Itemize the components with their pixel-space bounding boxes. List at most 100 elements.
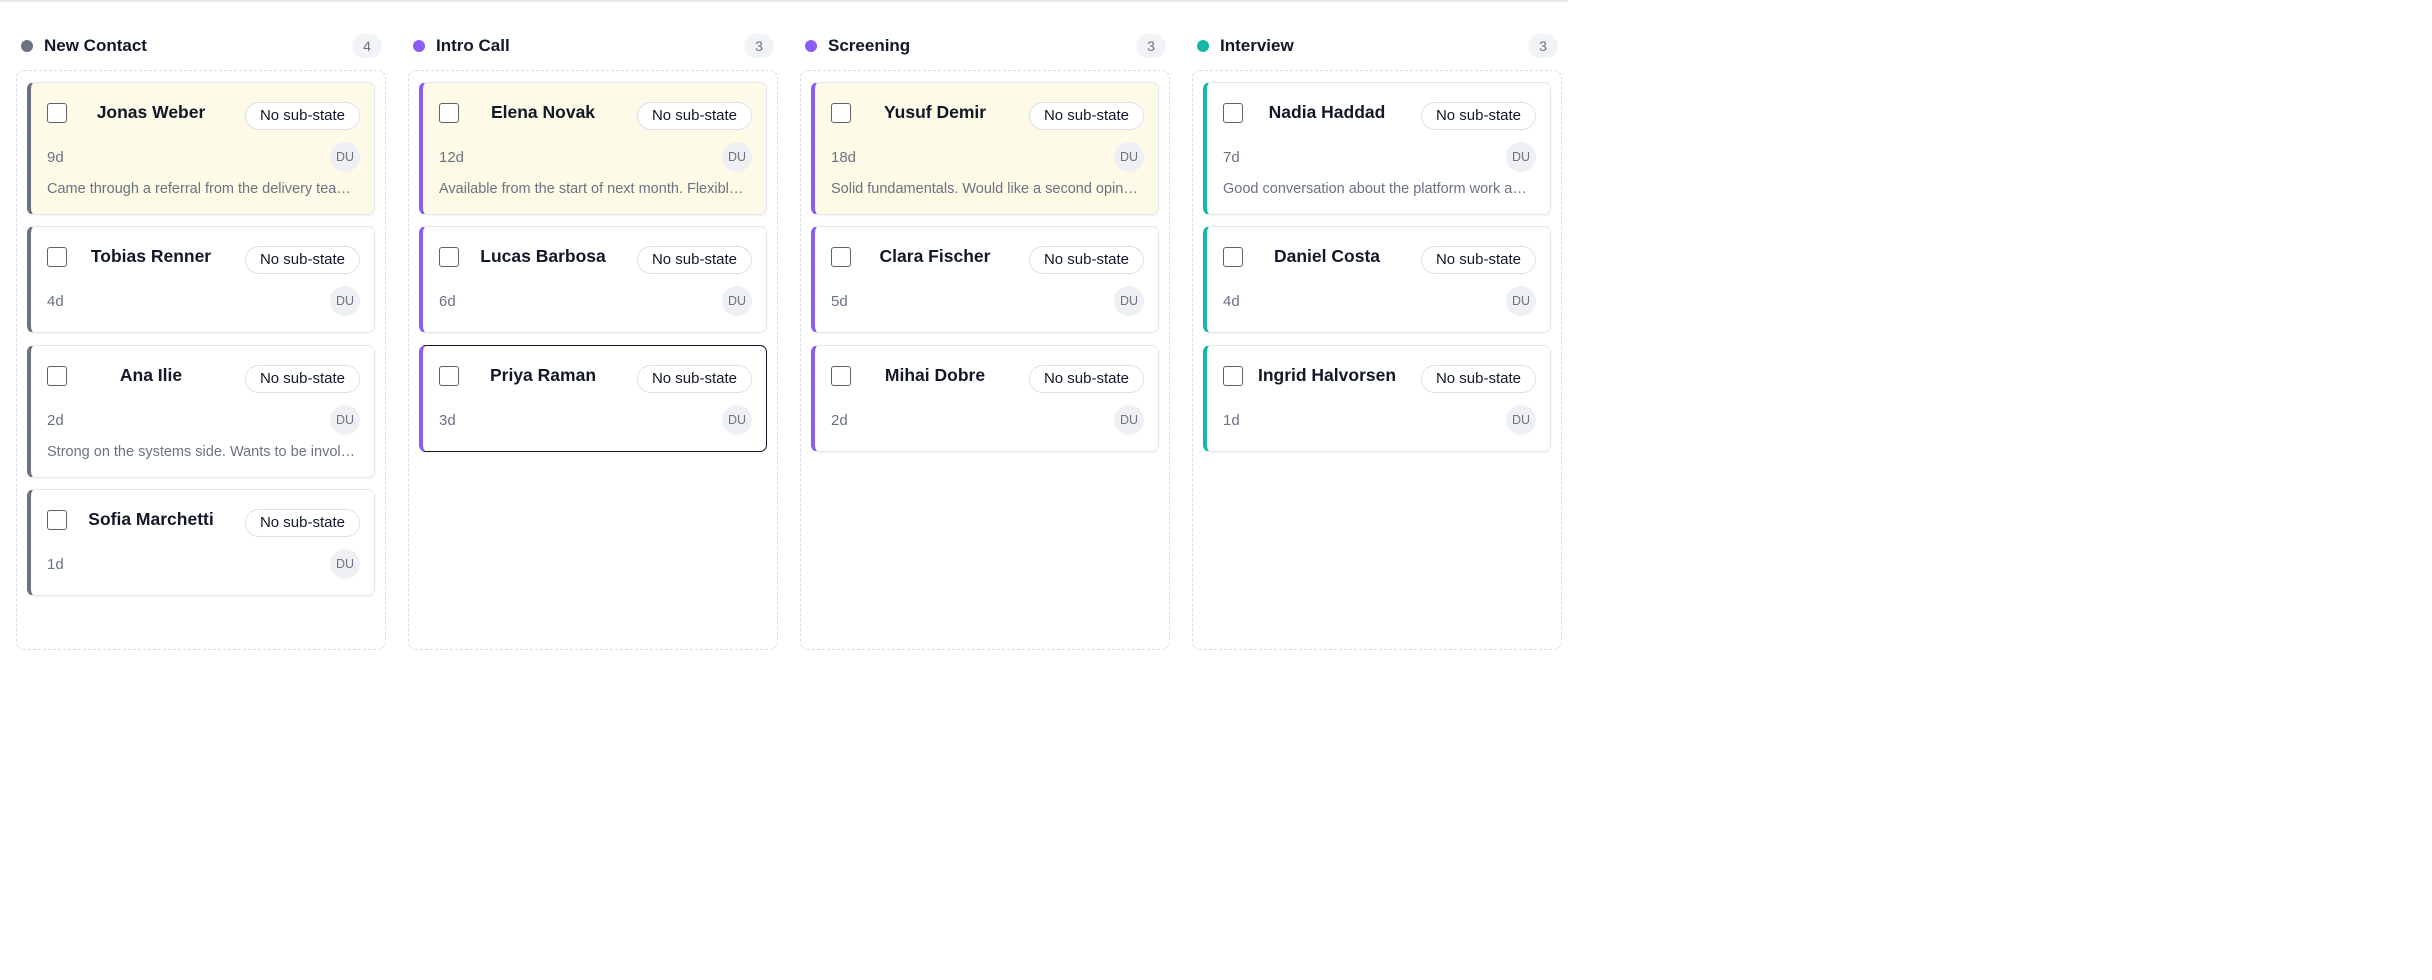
- avatar[interactable]: DU: [330, 142, 360, 172]
- candidate-card[interactable]: Nadia Haddad No sub-state 7d DU Good con…: [1203, 82, 1551, 215]
- card-note: Available from the start of next month. …: [439, 181, 749, 197]
- column-screening: Screening 3 Yusuf Demir No sub-state 18d…: [800, 30, 1170, 650]
- stage-dot-icon: [413, 40, 425, 52]
- avatar[interactable]: DU: [1114, 142, 1144, 172]
- substate-pill[interactable]: No sub-state: [636, 365, 752, 393]
- avatar[interactable]: DU: [722, 142, 752, 172]
- card-note: Good conversation about the platform wor…: [1223, 181, 1533, 197]
- stage-dot-icon: [21, 40, 33, 52]
- candidate-name: Clara Fischer: [879, 246, 991, 266]
- column-count-badge: 3: [1136, 34, 1166, 58]
- substate-pill[interactable]: No sub-state: [1028, 246, 1144, 274]
- substate-pill[interactable]: No sub-state: [244, 509, 360, 537]
- card-age: 18d: [831, 149, 857, 166]
- candidate-card[interactable]: Mihai Dobre No sub-state 2d DU: [811, 345, 1159, 452]
- card-age: 5d: [831, 293, 848, 310]
- card-age: 2d: [47, 412, 64, 429]
- candidate-name: Priya Raman: [489, 365, 597, 385]
- candidate-card[interactable]: Yusuf Demir No sub-state 18d DU Solid fu…: [811, 82, 1159, 215]
- top-divider: [0, 0, 1568, 2]
- column-intro-call: Intro Call 3 Elena Novak No sub-state 12…: [408, 30, 778, 650]
- card-note: Solid fundamentals. Would like a second …: [831, 181, 1141, 197]
- card-age: 4d: [47, 293, 64, 310]
- card-age: 4d: [1223, 293, 1240, 310]
- candidate-card-selected[interactable]: Priya Raman No sub-state 3d DU: [419, 345, 767, 452]
- card-checkbox[interactable]: [439, 366, 459, 386]
- card-checkbox[interactable]: [1223, 103, 1243, 123]
- column-title: Intro Call: [436, 36, 510, 55]
- candidate-card[interactable]: Clara Fischer No sub-state 5d DU: [811, 226, 1159, 333]
- kanban-board: New Contact 4 Jonas Weber No sub-state 9…: [16, 30, 1568, 650]
- column-title: New Contact: [44, 36, 147, 55]
- candidate-name: Lucas Barbosa: [480, 246, 606, 266]
- card-checkbox[interactable]: [1223, 247, 1243, 267]
- candidate-name: Jonas Weber: [96, 102, 206, 122]
- column-title: Interview: [1220, 36, 1294, 55]
- candidate-name: Nadia Haddad: [1268, 102, 1386, 122]
- substate-pill[interactable]: No sub-state: [1420, 102, 1536, 130]
- candidate-card[interactable]: Daniel Costa No sub-state 4d DU: [1203, 226, 1551, 333]
- card-note: Came through a referral from the deliver…: [47, 181, 357, 197]
- candidate-card[interactable]: Tobias Renner No sub-state 4d DU: [27, 226, 375, 333]
- candidate-card[interactable]: Ana Ilie No sub-state 2d DU Strong on th…: [27, 345, 375, 478]
- card-checkbox[interactable]: [831, 366, 851, 386]
- avatar[interactable]: DU: [722, 286, 752, 316]
- card-checkbox[interactable]: [47, 247, 67, 267]
- substate-pill[interactable]: No sub-state: [1028, 365, 1144, 393]
- substate-pill[interactable]: No sub-state: [244, 246, 360, 274]
- avatar[interactable]: DU: [1506, 142, 1536, 172]
- candidate-name: Tobias Renner: [90, 246, 212, 266]
- avatar[interactable]: DU: [1506, 405, 1536, 435]
- column-header: Intro Call 3: [408, 30, 778, 64]
- candidate-card[interactable]: Sofia Marchetti No sub-state 1d DU: [27, 489, 375, 596]
- card-age: 6d: [439, 293, 456, 310]
- card-checkbox[interactable]: [439, 103, 459, 123]
- card-age: 12d: [439, 149, 465, 166]
- substate-pill[interactable]: No sub-state: [636, 246, 752, 274]
- card-checkbox[interactable]: [1223, 366, 1243, 386]
- card-age: 9d: [47, 149, 64, 166]
- card-checkbox[interactable]: [439, 247, 459, 267]
- candidate-name: Ingrid Halvorsen: [1257, 365, 1397, 385]
- substate-pill[interactable]: No sub-state: [1028, 102, 1144, 130]
- card-age: 1d: [1223, 412, 1240, 429]
- substate-pill[interactable]: No sub-state: [244, 102, 360, 130]
- candidate-name: Sofia Marchetti: [88, 509, 214, 529]
- substate-pill[interactable]: No sub-state: [244, 365, 360, 393]
- card-note: Strong on the systems side. Wants to be …: [47, 444, 357, 460]
- column-header: Screening 3: [800, 30, 1170, 64]
- candidate-card[interactable]: Lucas Barbosa No sub-state 6d DU: [419, 226, 767, 333]
- card-checkbox[interactable]: [831, 247, 851, 267]
- avatar[interactable]: DU: [330, 286, 360, 316]
- card-age: 2d: [831, 412, 848, 429]
- avatar[interactable]: DU: [1114, 405, 1144, 435]
- column-new-contact: New Contact 4 Jonas Weber No sub-state 9…: [16, 30, 386, 650]
- avatar[interactable]: DU: [722, 405, 752, 435]
- column-title: Screening: [828, 36, 911, 55]
- card-checkbox[interactable]: [47, 510, 67, 530]
- substate-pill[interactable]: No sub-state: [1420, 365, 1536, 393]
- candidate-card[interactable]: Jonas Weber No sub-state 9d DU Came thro…: [27, 82, 375, 215]
- column-count-badge: 4: [352, 34, 382, 58]
- candidate-name: Yusuf Demir: [883, 102, 987, 122]
- candidate-card[interactable]: Ingrid Halvorsen No sub-state 1d DU: [1203, 345, 1551, 452]
- card-checkbox[interactable]: [47, 103, 67, 123]
- card-age: 7d: [1223, 149, 1240, 166]
- candidate-card[interactable]: Elena Novak No sub-state 12d DU Availabl…: [419, 82, 767, 215]
- stage-dot-icon: [1197, 40, 1209, 52]
- substate-pill[interactable]: No sub-state: [636, 102, 752, 130]
- card-checkbox[interactable]: [47, 366, 67, 386]
- avatar[interactable]: DU: [330, 405, 360, 435]
- avatar[interactable]: DU: [1114, 286, 1144, 316]
- column-interview: Interview 3 Nadia Haddad No sub-state 7d…: [1192, 30, 1562, 650]
- avatar[interactable]: DU: [330, 549, 360, 579]
- card-checkbox[interactable]: [831, 103, 851, 123]
- stage-dot-icon: [805, 40, 817, 52]
- column-count-badge: 3: [744, 34, 774, 58]
- card-age: 1d: [47, 556, 64, 573]
- avatar[interactable]: DU: [1506, 286, 1536, 316]
- candidate-name: Elena Novak: [490, 102, 596, 122]
- candidate-name: Daniel Costa: [1274, 246, 1380, 266]
- card-age: 3d: [439, 412, 456, 429]
- substate-pill[interactable]: No sub-state: [1420, 246, 1536, 274]
